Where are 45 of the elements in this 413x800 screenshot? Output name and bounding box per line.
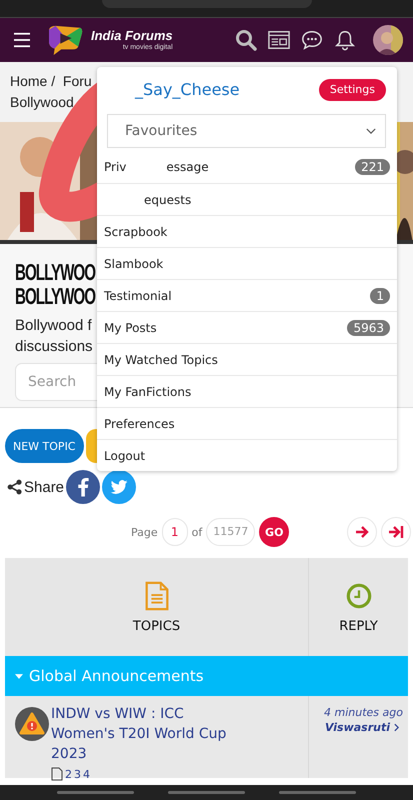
menu-item-label: Preferences <box>104 416 175 430</box>
count-badge: 5963 <box>347 320 390 336</box>
menu-item-label: Priv <box>104 160 126 174</box>
menu-item-label: My Posts <box>104 320 157 334</box>
page-label: Page <box>131 526 158 538</box>
menu-item[interactable]: Preferences <box>97 407 397 439</box>
username-link[interactable]: _Say_Cheese <box>135 80 240 99</box>
share-label: Share <box>24 478 64 496</box>
column-header: TOPICS <box>132 618 180 634</box>
favourites-dropdown[interactable]: Favourites <box>107 114 386 148</box>
menu-item-label: Logout <box>104 448 146 462</box>
menu-item-label: essage <box>166 160 209 174</box>
page-label: of <box>192 526 202 538</box>
page-link[interactable]: 4 <box>83 768 90 780</box>
menu-item[interactable]: Logout <box>97 439 397 471</box>
author-link[interactable]: Viswasruti <box>324 721 390 734</box>
menu-item[interactable]: My Posts 5963 <box>97 311 397 343</box>
forum-title: BOLLYWOO BOLLYWOO <box>15 260 96 308</box>
page-total: 11577 <box>206 518 256 546</box>
go-button[interactable]: GO <box>259 517 290 547</box>
menu-item[interactable]: equests <box>97 183 397 215</box>
menu-item[interactable]: Slambook <box>97 247 397 279</box>
forum-description: Bollywood f discussions <box>15 316 93 357</box>
column-header: REPLY <box>339 618 378 634</box>
page-link[interactable]: 3 <box>74 768 81 780</box>
topic-link[interactable]: INDW vs WIW : ICC Women's T20I World Cup 2023 <box>51 704 251 764</box>
menu-item-label: equests <box>144 192 192 206</box>
page-link[interactable]: 2 <box>65 768 72 780</box>
page-number-field[interactable]: 1 <box>162 518 188 546</box>
menu-item-label: Testimonial <box>104 288 172 302</box>
site-name: India Forums <box>91 28 173 43</box>
menu-item[interactable]: Priv essage 221 <box>97 151 397 183</box>
count-badge: 221 <box>355 159 390 175</box>
reply-time: 4 minutes ago <box>324 706 403 719</box>
breadcrumb-link[interactable]: Bollywood <box>10 92 74 113</box>
menu-item[interactable]: My Watched Topics <box>97 343 397 375</box>
new-topic-button[interactable]: NEW TOPIC <box>5 429 84 463</box>
count-badge: 1 <box>370 288 390 304</box>
settings-button[interactable]: Settings <box>318 78 386 100</box>
menu-item[interactable]: My FanFictions <box>97 375 397 407</box>
menu-item-label: Scrapbook <box>104 224 168 238</box>
menu-item-label: Slambook <box>104 256 164 270</box>
breadcrumb-link[interactable]: Home / Foru <box>10 71 92 92</box>
menu-item[interactable]: Scrapbook <box>97 215 397 247</box>
menu-item[interactable]: Testimonial 1 <box>97 279 397 311</box>
